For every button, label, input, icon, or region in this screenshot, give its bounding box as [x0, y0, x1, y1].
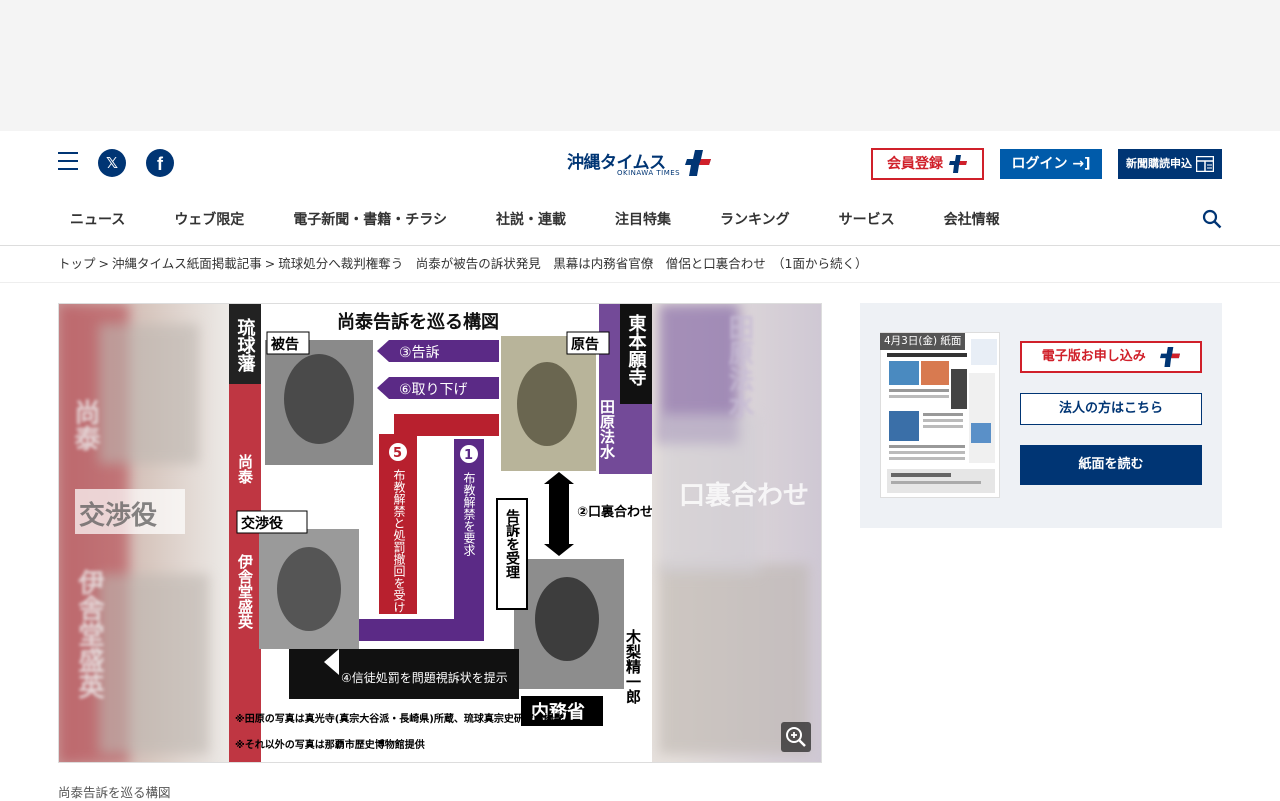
tag-negotiator: 交渉役	[241, 515, 284, 532]
nav-item-company[interactable]: 会社情報	[944, 195, 1000, 245]
nav-item-services[interactable]: サービス	[839, 195, 895, 245]
digital-subscribe-button[interactable]: 電子版お申し込み	[1020, 341, 1202, 373]
bg-right-2: 口裏合わせ	[679, 480, 809, 511]
paper-date-badge: 4月3日(金) 紙面	[880, 333, 966, 350]
diagram-title: 尚泰告訴を巡る構図	[337, 311, 499, 333]
breadcrumb-separator: >	[264, 256, 276, 271]
nav-item-ranking[interactable]: ランキング	[720, 195, 790, 245]
name-kinashi: 木梨精一郎	[624, 628, 642, 705]
bg-left-3: 伊舎堂盛英	[74, 569, 105, 700]
note-1: ※田原の写真は真光寺(真宗大谷派・長崎県)所蔵、琉球真宗史研究会撮影	[235, 712, 564, 725]
bg-right-1: 田原法水	[724, 314, 754, 418]
plus-logo-icon	[685, 150, 711, 176]
logo-subtitle: OKINAWA TIMES	[617, 169, 681, 177]
breadcrumb-separator: >	[98, 256, 109, 271]
plus-icon	[1160, 346, 1181, 367]
name-shotai: 尚泰	[236, 453, 254, 485]
subscribe-button[interactable]: 新聞購読申込	[1118, 149, 1222, 179]
tag-defendant: 被告	[271, 336, 299, 353]
login-button[interactable]: ログイン →]	[1000, 149, 1102, 179]
note-2: ※それ以外の写真は那覇市歴史博物館提供	[235, 738, 425, 751]
breadcrumb-section[interactable]: 沖縄タイムス紙面掲載記事	[112, 256, 262, 271]
label-accept: 告訴を受理	[504, 508, 520, 579]
arrow-2-label: ②口裏合わせ	[577, 504, 652, 520]
facebook-icon[interactable]: f	[146, 149, 174, 177]
newspaper-thumbnail[interactable]	[880, 332, 1000, 498]
menu-icon[interactable]	[58, 152, 78, 170]
breadcrumb-home[interactable]: トップ	[58, 256, 96, 271]
nav-item-web-only[interactable]: ウェブ限定	[174, 195, 244, 245]
arrow-4-label: ④信徒処罰を問題視訴状を提示	[341, 670, 508, 685]
arrow-5-number: 5	[393, 446, 402, 461]
arrow-3-label: ③告訴	[399, 345, 440, 361]
arrow-1-label: 布教解禁を要求	[462, 472, 476, 556]
zoom-in-icon	[786, 727, 806, 747]
label-ryukyu: 琉球藩	[235, 317, 256, 373]
nav-item-digital[interactable]: 電子新聞・書籍・チラシ	[293, 195, 447, 245]
bg-left-2: 交渉役	[79, 500, 157, 531]
nav-item-news[interactable]: ニュース	[70, 195, 125, 245]
subscribe-label: 新聞購読申込	[1126, 157, 1192, 170]
member-register-button[interactable]: 会員登録	[871, 148, 984, 180]
bg-left-1: 尚泰	[70, 399, 100, 451]
nav-item-editorial[interactable]: 社説・連載	[496, 195, 566, 245]
diagram-svg: 尚泰告訴を巡る構図 琉球藩 東本願寺 被告 尚泰 交渉役 伊舎堂盛英 原告 田原…	[229, 304, 652, 762]
diagram-image: 尚泰告訴を巡る構図 琉球藩 東本願寺 被告 尚泰 交渉役 伊舎堂盛英 原告 田原…	[229, 304, 652, 762]
x-twitter-icon[interactable]: 𝕏	[98, 149, 126, 177]
breadcrumb-current: 琉球処分へ裁判権奪う 尚泰が被告の訴状発見 黒幕は内務省官僚 僧侶と口裏合わせ …	[278, 256, 868, 271]
breadcrumb: トップ > 沖縄タイムス紙面掲載記事 > 琉球処分へ裁判権奪う 尚泰が被告の訴状発見 黒…	[0, 246, 1280, 283]
digital-subscribe-label: 電子版お申し込み	[1041, 349, 1146, 364]
name-tahara: 田原法水	[598, 399, 616, 460]
corporate-button[interactable]: 法人の方はこちら	[1020, 393, 1202, 425]
newspaper-icon	[1196, 156, 1214, 172]
arrow-6-label: ⑥取り下げ	[399, 382, 468, 398]
figure-caption: 尚泰告訴を巡る構図	[58, 785, 171, 800]
name-ishado: 伊舎堂盛英	[236, 553, 254, 630]
plus-icon	[949, 155, 967, 173]
label-higashi-honganji: 東本願寺	[626, 313, 647, 386]
login-arrow-icon: →]	[1072, 156, 1091, 172]
site-logo[interactable]: 沖縄タイムス OKINAWA TIMES	[567, 148, 713, 180]
arrow-1-number: 1	[464, 448, 473, 463]
newspaper-preview	[881, 333, 999, 497]
search-icon[interactable]	[1202, 209, 1222, 229]
member-register-label: 会員登録	[887, 156, 943, 172]
read-paper-button[interactable]: 紙面を読む	[1020, 445, 1202, 485]
zoom-button[interactable]	[781, 722, 811, 752]
ad-area	[0, 0, 1280, 131]
nav-item-features[interactable]: 注目特集	[615, 195, 671, 245]
site-header: 𝕏 f 沖縄タイムス OKINAWA TIMES 会員登録 ログイン →] 新聞…	[0, 131, 1280, 195]
tag-plaintiff: 原告	[571, 336, 599, 353]
login-label: ログイン	[1011, 156, 1068, 172]
main-nav: ニュース ウェブ限定 電子新聞・書籍・チラシ 社説・連載 注目特集 ランキング …	[0, 195, 1280, 246]
epaper-sidebar: 4月3日(金) 紙面 電子版お申し込み 法人の方はこちら 紙面を読む	[860, 303, 1222, 528]
article-figure[interactable]: 尚泰 伊舎堂盛英 田原法水 交渉役 口裏合わせ 尚泰告訴を巡る構図 琉球藩 東本…	[58, 303, 822, 763]
